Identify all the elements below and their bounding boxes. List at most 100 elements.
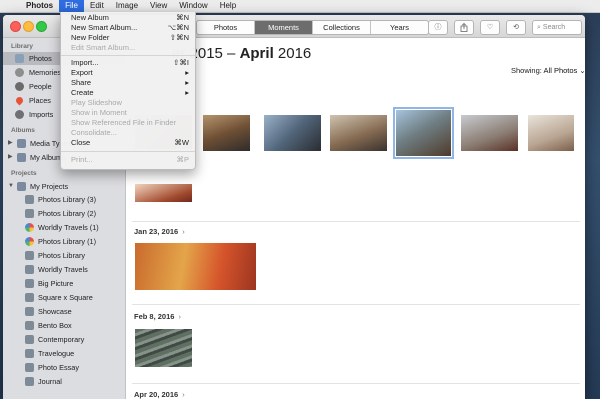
menu-separator (61, 151, 195, 152)
projects-header: Projects (11, 170, 37, 177)
folder-icon (17, 139, 26, 148)
book-icon (25, 335, 34, 344)
moment-date-header[interactable]: Apr 20, 2016 › (134, 390, 185, 399)
photo-thumbnail[interactable] (203, 115, 250, 151)
menu-item-label: New Folder (71, 33, 110, 42)
menu-item-share[interactable]: Share ▸ (61, 78, 195, 88)
menu-item-show-in-moment: Show in Moment (61, 108, 195, 118)
moment-divider (132, 383, 580, 384)
photo-thumbnail-hovered[interactable] (393, 107, 454, 159)
sidebar-item-project[interactable]: Worldly Travels (1) (3, 221, 125, 234)
photo-thumbnail[interactable] (330, 115, 387, 151)
chevron-right-icon: › (182, 227, 185, 236)
tab-collections[interactable]: Collections (313, 21, 371, 34)
share-button[interactable] (454, 20, 474, 35)
title-part-2: April (239, 45, 274, 62)
menu-item-label: New Album (71, 13, 109, 22)
submenu-arrow-icon: ▸ (185, 78, 189, 87)
book-icon (25, 307, 34, 316)
sidebar-item-project[interactable]: Bento Box (3, 319, 125, 332)
menu-item-close[interactable]: Close ⌘W (61, 138, 195, 148)
menu-window[interactable]: Window (173, 0, 213, 12)
memories-icon (15, 68, 24, 77)
showing-value: All Photos (543, 66, 578, 75)
menu-item-label: Play Slideshow (71, 98, 122, 107)
close-window-button[interactable] (10, 21, 21, 32)
sidebar-item-label: Square x Square (38, 293, 93, 302)
tab-photos[interactable]: Photos (197, 21, 255, 34)
disclosure-open-triangle-icon[interactable]: ▼ (8, 180, 14, 193)
photo-thumbnail[interactable] (528, 115, 574, 151)
menu-item-export[interactable]: Export ▸ (61, 68, 195, 78)
sidebar-item-label: People (29, 82, 52, 91)
sidebar-item-label: Journal (38, 377, 62, 386)
menu-file[interactable]: File (59, 0, 84, 12)
tab-moments[interactable]: Moments (255, 21, 313, 34)
rotate-button[interactable]: ⟲ (506, 20, 526, 35)
disclosure-triangle-icon[interactable]: ▶ (8, 151, 13, 164)
book-icon (25, 279, 34, 288)
library-header: Library (11, 43, 34, 50)
book-icon (25, 293, 34, 302)
moment-date: Feb 8, 2016 (134, 312, 175, 321)
zoom-window-button[interactable] (36, 21, 47, 32)
sidebar-item-label: Showcase (38, 307, 72, 316)
info-button[interactable]: ⓘ (428, 20, 448, 35)
menu-item-label: Show Referenced File in Finder (71, 118, 177, 127)
sidebar-item-my-projects[interactable]: ▼ My Projects (3, 180, 125, 193)
menu-item-new-folder[interactable]: New Folder ⇧⌘N (61, 33, 195, 43)
menu-photos[interactable]: Photos (20, 0, 59, 12)
sidebar-item-project[interactable]: Travelogue (3, 347, 125, 360)
menu-view[interactable]: View (144, 0, 173, 12)
menu-image[interactable]: Image (110, 0, 144, 12)
photo-thumbnail[interactable] (264, 115, 321, 151)
sidebar-item-label: Photos Library (2) (38, 209, 96, 218)
photo-thumbnail[interactable] (135, 184, 192, 202)
sidebar-item-project[interactable]: Showcase (3, 305, 125, 318)
search-field[interactable]: ⌕ Search (532, 20, 582, 35)
sidebar-item-project[interactable]: Photo Essay (3, 361, 125, 374)
menu-item-shortcut: ⌘W (174, 138, 189, 147)
menu-item-create[interactable]: Create ▸ (61, 88, 195, 98)
showing-filter[interactable]: Showing: All Photos ⌄ (511, 66, 585, 75)
sidebar-item-project[interactable]: Photos Library (3) (3, 193, 125, 206)
photos-library-icon (15, 54, 24, 63)
showing-label: Showing: (511, 66, 542, 75)
sidebar-item-project[interactable]: Photos Library (3, 249, 125, 262)
sidebar-item-label: Photos Library (38, 251, 86, 260)
sidebar-item-project[interactable]: Photos Library (2) (3, 207, 125, 220)
sidebar-item-project[interactable]: Journal (3, 375, 125, 388)
albums-header: Albums (11, 127, 35, 134)
tab-years[interactable]: Years (371, 21, 428, 34)
menu-item-shortcut: ⌘N (176, 13, 189, 22)
menu-item-import[interactable]: Import... ⇧⌘I (61, 58, 195, 68)
photo-thumbnail[interactable] (135, 243, 256, 290)
chevron-right-icon: › (178, 312, 181, 321)
menu-item-label: Import... (71, 58, 99, 67)
sidebar-item-project[interactable]: Contemporary (3, 333, 125, 346)
disclosure-triangle-icon[interactable]: ▶ (8, 137, 13, 150)
menu-item-new-album[interactable]: New Album ⌘N (61, 13, 195, 23)
menu-item-label: Close (71, 138, 91, 147)
sidebar-item-project[interactable]: Big Picture (3, 277, 125, 290)
sidebar-item-project[interactable]: Square x Square (3, 291, 125, 304)
menu-help[interactable]: Help (214, 0, 242, 12)
favorite-button[interactable]: ♡ (480, 20, 500, 35)
menu-edit[interactable]: Edit (84, 0, 110, 12)
photo-thumbnail[interactable] (461, 115, 518, 151)
folder-icon (17, 182, 26, 191)
slideshow-icon (25, 223, 34, 232)
menu-item-new-smart-album[interactable]: New Smart Album... ⌥⌘N (61, 23, 195, 33)
sidebar-item-project[interactable]: Photos Library (1) (3, 235, 125, 248)
sidebar-item-label: Travelogue (38, 349, 75, 358)
minimize-window-button[interactable] (23, 21, 34, 32)
moment-date-header[interactable]: Feb 8, 2016 › (134, 312, 181, 321)
book-icon (25, 363, 34, 372)
file-menu-dropdown: New Album ⌘N New Smart Album... ⌥⌘N New Fo… (60, 12, 196, 170)
moment-date-header[interactable]: Jan 23, 2016 › (134, 227, 185, 236)
sidebar-item-project[interactable]: Worldly Travels (3, 263, 125, 276)
sidebar-item-label: Imports (29, 110, 54, 119)
menu-item-edit-smart-album: Edit Smart Album... (61, 43, 195, 53)
photo-thumbnail[interactable] (135, 329, 192, 367)
sidebar-item-label: Photos Library (1) (38, 237, 96, 246)
